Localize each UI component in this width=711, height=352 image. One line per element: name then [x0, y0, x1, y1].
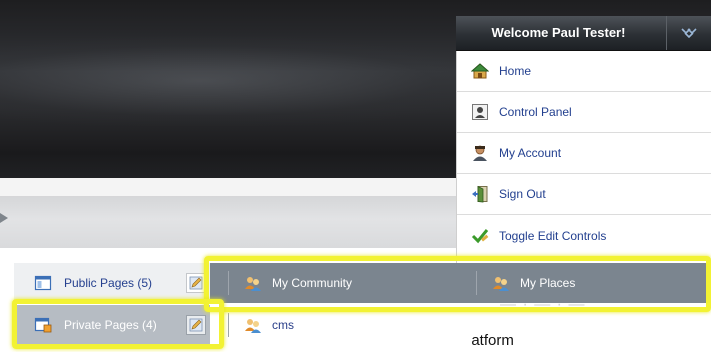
public-pages-label: Public Pages (5)	[64, 276, 153, 290]
dock-item-label: Sign Out	[499, 187, 546, 201]
exit-door-icon	[472, 185, 488, 203]
dock-toggle-button[interactable]	[666, 16, 711, 50]
dock-item-label: My Account	[499, 146, 562, 160]
dock-item-toggle-edit-controls[interactable]: Toggle Edit Controls	[457, 215, 711, 256]
check-pencil-icon	[471, 228, 489, 243]
community-icon	[245, 319, 261, 333]
dock-item-control-panel[interactable]: Control Panel	[457, 92, 711, 133]
public-pages-icon	[34, 275, 52, 291]
banner-glow	[0, 36, 500, 126]
screenshot-stage: — · — · — Platform Welcome Paul Tester! …	[0, 0, 711, 352]
double-chevron-icon	[681, 28, 697, 38]
dock-menu: Home Control Panel My Account Sign Out T…	[456, 51, 711, 263]
site-separator	[228, 313, 229, 337]
edit-pencil-icon	[189, 276, 203, 290]
dock-item-my-account[interactable]: My Account	[457, 133, 711, 174]
highlight-sites-row	[204, 256, 711, 312]
welcome-text: Welcome Paul Tester!	[491, 25, 626, 40]
dock-item-sign-out[interactable]: Sign Out	[457, 174, 711, 215]
control-panel-icon	[472, 104, 488, 120]
expand-arrow-icon	[0, 213, 8, 223]
user-account-icon	[473, 145, 487, 161]
edit-public-pages-button[interactable]	[186, 273, 206, 293]
dock-item-label: Control Panel	[499, 105, 572, 119]
highlight-private-pages	[12, 299, 224, 349]
home-icon	[471, 63, 489, 79]
site-label: cms	[272, 318, 294, 332]
dock-item-label: Home	[499, 64, 532, 78]
public-pages-tab[interactable]: Public Pages (5)	[14, 263, 210, 303]
dock-item-home[interactable]: Home	[457, 51, 711, 92]
dock-item-label: Toggle Edit Controls	[499, 228, 607, 243]
dock-header[interactable]: Welcome Paul Tester!	[456, 16, 711, 51]
